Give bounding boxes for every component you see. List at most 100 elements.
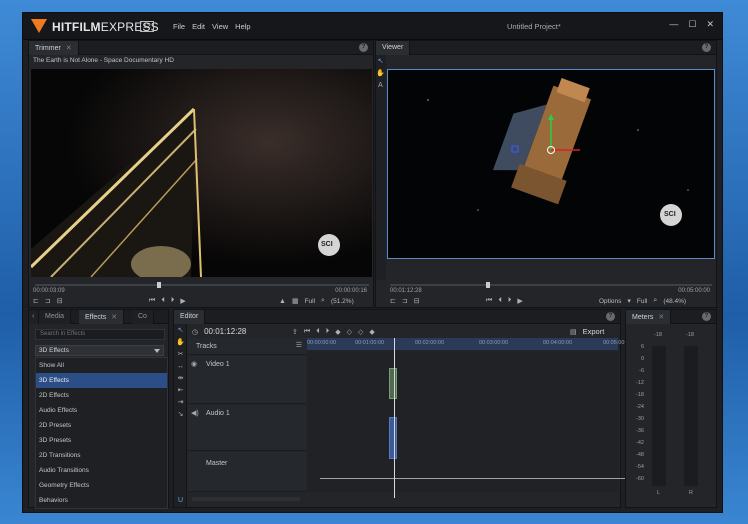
close-icon[interactable]: ✕ xyxy=(66,45,72,52)
snap-icon[interactable]: U xyxy=(176,496,185,505)
tab-meters[interactable]: Meters ✕ xyxy=(626,310,672,324)
play-icon[interactable]: ▶ xyxy=(180,297,185,305)
list-item[interactable]: 2D Effects xyxy=(36,388,167,403)
effects-search-input[interactable]: Search in Effects xyxy=(35,329,165,340)
razor-tool-icon[interactable]: ✂ xyxy=(176,350,185,359)
quality-icon[interactable]: ▲ xyxy=(279,298,286,305)
help-icon[interactable]: ? xyxy=(359,43,368,52)
meter-tick: -42 xyxy=(636,440,644,446)
list-item[interactable]: 2D Presets xyxy=(36,418,167,433)
tab-editor[interactable]: Editor xyxy=(174,310,206,324)
trimmer-video[interactable]: SCI xyxy=(31,69,372,277)
roll-tool-icon[interactable]: ⇥ xyxy=(176,398,185,407)
list-item[interactable]: 2D Transitions xyxy=(36,448,167,463)
list-item-selected[interactable]: 3D Effects xyxy=(36,373,167,388)
list-item[interactable]: Behaviors xyxy=(36,493,167,508)
list-item[interactable]: Geometry Effects xyxy=(36,478,167,493)
close-icon[interactable]: ✕ xyxy=(658,314,664,321)
trimmer-playhead[interactable] xyxy=(157,282,161,288)
slide-tool-icon[interactable]: ⇹ xyxy=(176,374,185,383)
close-icon[interactable]: ✕ xyxy=(111,314,117,321)
hand-tool-icon[interactable]: ✋ xyxy=(176,338,185,347)
zoom-icon[interactable]: ⌕ xyxy=(653,297,657,305)
step-back-icon[interactable]: ⏴ xyxy=(161,297,165,305)
slip-tool-icon[interactable]: ↔ xyxy=(176,362,185,371)
help-icon[interactable]: ? xyxy=(702,43,711,52)
chevron-down-icon[interactable]: ▾ xyxy=(627,297,631,305)
eye-icon[interactable]: ◉ xyxy=(191,360,197,368)
tab-media[interactable]: Media xyxy=(39,310,72,324)
viewer-video[interactable]: SCI xyxy=(387,69,715,259)
layout-icon[interactable]: ▦ xyxy=(292,297,299,305)
list-item[interactable]: Show All xyxy=(36,358,167,373)
out-point-icon[interactable]: ◇ xyxy=(358,328,363,336)
insert-icon[interactable]: ⊐ xyxy=(45,297,51,305)
overlay-icon[interactable]: ⊟ xyxy=(57,297,63,305)
editor-tabbar: Editor ? xyxy=(174,310,620,324)
ripple-tool-icon[interactable]: ⇤ xyxy=(176,386,185,395)
meter-tick: 6 xyxy=(640,344,644,350)
viewer-playhead[interactable] xyxy=(486,282,490,288)
ruler-label: 00:01:00:00 xyxy=(355,340,385,346)
video-clip[interactable] xyxy=(389,368,397,399)
tab-controls[interactable]: Co xyxy=(132,310,154,324)
skip-start-icon[interactable]: ⏮ xyxy=(486,297,492,305)
help-icon[interactable]: ? xyxy=(702,312,711,321)
viewer-options[interactable]: Options xyxy=(599,298,621,305)
mark-icon[interactable]: ⊟ xyxy=(414,297,420,305)
marker-icon[interactable]: ◆ xyxy=(335,328,340,336)
menu-file[interactable]: File xyxy=(173,22,185,31)
in-point-icon[interactable]: ◇ xyxy=(347,328,352,336)
import-icon[interactable]: ⇪ xyxy=(292,328,298,336)
list-item[interactable]: Audio Effects xyxy=(36,403,167,418)
effects-category-select[interactable]: 3D Effects xyxy=(35,345,164,356)
export-button[interactable]: ▤ Export xyxy=(570,327,604,336)
trimmer-scrubber[interactable] xyxy=(35,284,369,286)
viewer-zoom-mode[interactable]: Full xyxy=(637,298,647,305)
close-button[interactable]: ✕ xyxy=(706,19,714,30)
play-icon[interactable]: ▶ xyxy=(517,297,522,305)
skip-start-icon[interactable]: ⏮ xyxy=(304,328,310,336)
audio-clip[interactable] xyxy=(389,417,397,459)
step-forward-icon[interactable]: ⏵ xyxy=(326,328,330,336)
minimize-button[interactable]: — xyxy=(669,19,678,30)
select-tool-icon[interactable]: ↖ xyxy=(376,57,385,66)
help-icon[interactable]: ? xyxy=(606,312,615,321)
skip-start-icon[interactable]: ⏮ xyxy=(149,297,155,305)
list-item[interactable]: Audio Transitions xyxy=(36,463,167,478)
hand-tool-icon[interactable]: ✋ xyxy=(376,69,385,78)
camera-icon[interactable]: ⊐ xyxy=(402,297,408,305)
editor-timecode[interactable]: 00:01:12:28 xyxy=(204,327,246,336)
step-forward-icon[interactable]: ⏵ xyxy=(171,297,175,305)
maximize-button[interactable]: ☐ xyxy=(688,19,696,30)
menu-help[interactable]: Help xyxy=(235,22,250,31)
zoom-icon[interactable]: ⌕ xyxy=(321,297,325,305)
menu-edit[interactable]: Edit xyxy=(192,22,205,31)
menu-view[interactable]: View xyxy=(212,22,228,31)
tab-effects[interactable]: Effects ✕ xyxy=(79,310,125,324)
step-back-icon[interactable]: ⏴ xyxy=(498,297,502,305)
editor-scrollbar[interactable] xyxy=(192,497,300,501)
speaker-icon[interactable]: ◀) xyxy=(191,409,199,417)
tab-trimmer[interactable]: Trimmer ✕ xyxy=(29,41,79,55)
viewer-scrubber[interactable] xyxy=(390,284,712,286)
editor-header: ◷ 00:01:12:28 xyxy=(192,327,246,336)
rate-tool-icon[interactable]: ↘ xyxy=(176,410,185,419)
trimmer-zoom-mode[interactable]: Full xyxy=(305,298,315,305)
tab-viewer[interactable]: Viewer xyxy=(376,41,411,55)
timeline-ruler[interactable]: 00:00:00:00 00:01:00:00 00:02:00:00 00:0… xyxy=(307,338,632,350)
timeline-area[interactable] xyxy=(307,351,618,492)
loop-icon[interactable]: ⊏ xyxy=(390,297,396,305)
viewer-zoom-value[interactable]: (48.4%) xyxy=(663,298,686,305)
list-item[interactable]: 3D Presets xyxy=(36,433,167,448)
tab-scroll-left[interactable]: ‹ xyxy=(29,310,39,324)
step-forward-icon[interactable]: ⏵ xyxy=(508,297,512,305)
select-tool-icon[interactable]: ↖ xyxy=(176,326,185,335)
add-marker-icon[interactable]: ◆ xyxy=(369,328,374,336)
trimmer-zoom-value[interactable]: (51.2%) xyxy=(331,298,354,305)
text-tool-icon[interactable]: A xyxy=(376,81,385,90)
step-back-icon[interactable]: ⏴ xyxy=(316,328,320,336)
in-point-icon[interactable]: ⊏ xyxy=(33,297,39,305)
timeline-playhead[interactable] xyxy=(394,338,395,498)
tracks-menu-icon[interactable]: ☰ xyxy=(296,341,302,349)
